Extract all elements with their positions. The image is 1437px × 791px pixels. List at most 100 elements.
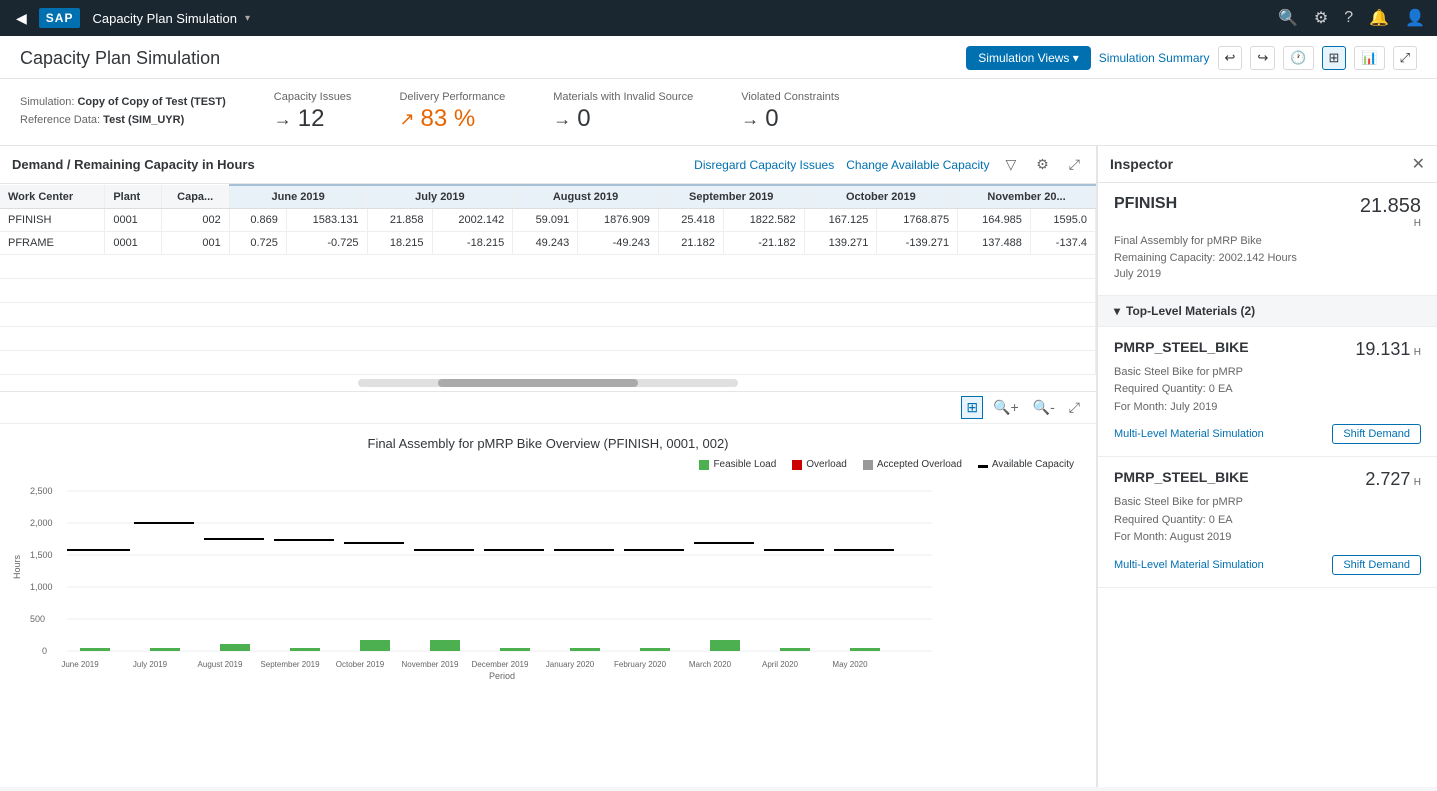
capacity-table: Work Center Plant Capa... June 2019 July… (0, 184, 1096, 375)
fullscreen-icon[interactable]: ⤢ (1065, 154, 1084, 175)
ref-label: Reference Data: (20, 114, 100, 126)
disregard-capacity-link[interactable]: Disregard Capacity Issues (694, 158, 834, 172)
fullscreen-chart-btn[interactable]: ⤢ (1065, 396, 1084, 419)
svg-text:July 2019: July 2019 (133, 660, 168, 669)
top-nav: ◀ SAP Capacity Plan Simulation ▾ 🔍 ⚙ ? 🔔… (0, 0, 1437, 36)
cell-value: 139.271 (804, 232, 877, 255)
cell-value: 1595.0 (1030, 209, 1095, 232)
inspector-panel: Inspector ✕ PFINISH 21.858 H Final Assem… (1097, 146, 1437, 787)
settings-icon[interactable]: ⚙ (1314, 8, 1328, 28)
cell-value: -49.243 (578, 232, 659, 255)
cell-value: -0.725 (286, 232, 367, 255)
table-scroll[interactable]: Work Center Plant Capa... June 2019 July… (0, 184, 1096, 375)
chart-wrapper: Feasible Load Overload Accepted Overload… (12, 459, 1084, 682)
simulation-info: Simulation: Copy of Copy of Test (TEST) … (20, 94, 226, 129)
svg-text:June 2019: June 2019 (61, 660, 99, 669)
material-link-1[interactable]: Multi-Level Material Simulation (1114, 428, 1264, 440)
sim-label: Simulation: (20, 96, 74, 108)
sim-value: Copy of Copy of Test (TEST) (77, 96, 225, 108)
cell-value: 1876.909 (578, 209, 659, 232)
settings-icon-btn[interactable]: ⚙ (1032, 154, 1053, 175)
material-actions-1: Multi-Level Material Simulation Shift De… (1114, 424, 1421, 444)
user-icon[interactable]: 👤 (1405, 8, 1425, 28)
bar-july (150, 648, 180, 651)
zoom-out-btn[interactable]: 🔍- (1029, 396, 1059, 419)
materials-invalid-value: 0 (577, 105, 590, 133)
svg-text:September 2019: September 2019 (260, 660, 320, 669)
delivery-perf-value: 83 % (421, 105, 476, 133)
notification-icon[interactable]: 🔔 (1369, 8, 1389, 28)
table-view-button[interactable]: ⊞ (1322, 46, 1347, 70)
table-row[interactable]: PFINISH 0001 002 0.869 1583.131 21.858 2… (0, 209, 1096, 232)
cell-plant: 0001 (105, 232, 161, 255)
chart-legend: Feasible Load Overload Accepted Overload… (699, 459, 1074, 470)
material-link-2[interactable]: Multi-Level Material Simulation (1114, 559, 1264, 571)
bar-aug (220, 644, 250, 651)
chart-view-button[interactable]: 📊 (1354, 46, 1384, 70)
horizontal-scrollbar[interactable] (358, 379, 738, 387)
redo-button[interactable]: ↪ (1250, 46, 1275, 70)
col-october-2019: October 2019 (804, 185, 958, 209)
col-july-2019: July 2019 (367, 185, 513, 209)
header-actions: Simulation Views ▾ Simulation Summary ↩ … (966, 46, 1417, 70)
kpi-capacity-issues: Capacity Issues → 12 (274, 91, 352, 133)
expand-button[interactable]: ⤢ (1393, 46, 1417, 70)
kpi-delivery-performance: Delivery Performance ↗ 83 % (399, 91, 505, 133)
demand-actions: Disregard Capacity Issues Change Availab… (694, 154, 1084, 175)
search-icon[interactable]: 🔍 (1278, 8, 1298, 28)
simulation-views-button[interactable]: Simulation Views ▾ (966, 46, 1091, 70)
svg-text:1,000: 1,000 (30, 582, 53, 592)
cell-value: -137.4 (1030, 232, 1095, 255)
legend-available: Available Capacity (978, 459, 1074, 470)
cell-value: 1768.875 (877, 209, 958, 232)
nav-icons: 🔍 ⚙ ? 🔔 👤 (1278, 8, 1425, 28)
undo-button[interactable]: ↩ (1218, 46, 1243, 70)
back-button[interactable]: ◀ (12, 6, 31, 31)
nav-chevron-icon[interactable]: ▾ (245, 13, 250, 24)
capacity-issues-arrow: → (274, 109, 292, 130)
page-title: Capacity Plan Simulation (20, 48, 220, 69)
cell-value: 0.869 (229, 209, 286, 232)
material-name-1: PMRP_STEEL_BIKE (1114, 339, 1249, 355)
table-row[interactable]: PFRAME 0001 001 0.725 -0.725 18.215 -18.… (0, 232, 1096, 255)
cell-value: 164.985 (958, 209, 1031, 232)
chart-toolbar: ⊞ 🔍+ 🔍- ⤢ (0, 392, 1096, 424)
help-icon[interactable]: ? (1344, 9, 1353, 27)
cell-value: 18.215 (367, 232, 432, 255)
svg-text:January 2020: January 2020 (546, 660, 595, 669)
material-item-1: PMRP_STEEL_BIKE 19.131 H Basic Steel Bik… (1098, 327, 1437, 458)
inspector-header: Inspector ✕ (1098, 146, 1437, 183)
cell-value: 167.125 (804, 209, 877, 232)
svg-text:December 2019: December 2019 (472, 660, 529, 669)
cell-value: -21.182 (723, 232, 804, 255)
simulation-summary-link[interactable]: Simulation Summary (1099, 51, 1210, 65)
collapse-icon[interactable]: ▾ (1114, 304, 1120, 318)
violated-constraints-arrow: → (741, 109, 759, 130)
shift-demand-btn-1[interactable]: Shift Demand (1332, 424, 1421, 444)
cell-value: 1822.582 (723, 209, 804, 232)
bar-chart: 2,500 2,000 1,500 1,000 500 0 Hours (12, 479, 942, 679)
zoom-in-btn[interactable]: 🔍+ (989, 396, 1023, 419)
inspector-close-btn[interactable]: ✕ (1412, 154, 1425, 174)
material-item-2: PMRP_STEEL_BIKE 2.727 H Basic Steel Bike… (1098, 457, 1437, 588)
table-row-empty (0, 351, 1096, 375)
change-capacity-btn[interactable]: Change Available Capacity (846, 158, 989, 172)
kpi-violated-constraints: Violated Constraints → 0 (741, 91, 839, 133)
svg-text:2,000: 2,000 (30, 518, 53, 528)
capacity-issues-value: 12 (298, 105, 325, 133)
bar-feb (640, 648, 670, 651)
svg-text:500: 500 (30, 614, 45, 624)
filter-icon[interactable]: ▽ (1001, 154, 1020, 175)
svg-text:March 2020: March 2020 (689, 660, 732, 669)
clock-button[interactable]: 🕐 (1283, 46, 1313, 70)
legend-accepted-label: Accepted Overload (877, 459, 962, 470)
col-august-2019: August 2019 (513, 185, 659, 209)
shift-demand-btn-2[interactable]: Shift Demand (1332, 555, 1421, 575)
svg-text:May 2020: May 2020 (832, 660, 868, 669)
bar-oct (360, 640, 390, 651)
material-name-2: PMRP_STEEL_BIKE (1114, 469, 1249, 485)
materials-invalid-arrow: → (553, 109, 571, 130)
col-plant: Plant (105, 185, 161, 209)
ref-value: Test (SIM_UYR) (103, 114, 184, 126)
table-icon-btn[interactable]: ⊞ (961, 396, 983, 419)
